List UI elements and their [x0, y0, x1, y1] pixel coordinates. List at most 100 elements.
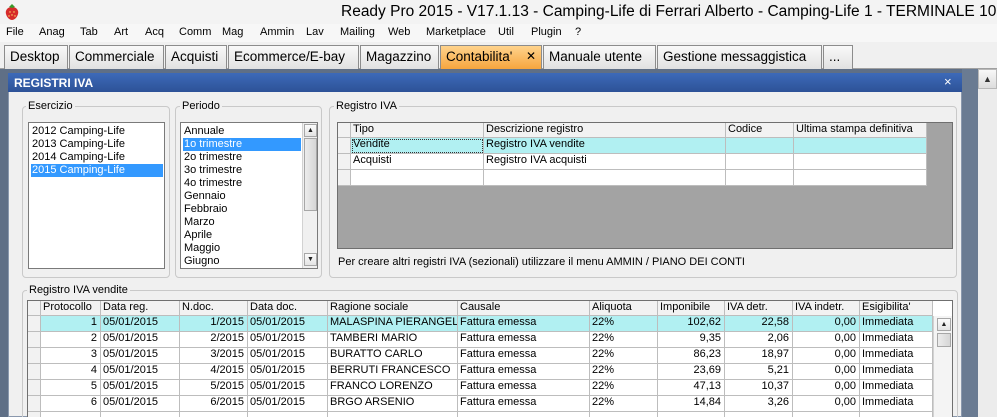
table-cell[interactable]: 0,00: [793, 316, 860, 332]
table-cell[interactable]: [101, 412, 180, 417]
table-cell[interactable]: [328, 412, 458, 417]
row-selector[interactable]: [28, 316, 41, 332]
column-header[interactable]: Codice: [726, 123, 794, 138]
column-header[interactable]: Data reg.: [101, 301, 180, 316]
table-cell[interactable]: 5: [41, 380, 101, 396]
table-cell[interactable]: 0,00: [793, 364, 860, 380]
table-cell[interactable]: Fattura emessa: [458, 316, 590, 332]
table-cell[interactable]: FRANCO LORENZO: [328, 380, 458, 396]
table-cell[interactable]: 10,37: [725, 380, 793, 396]
table-cell[interactable]: 22%: [590, 332, 658, 348]
table-cell[interactable]: Immediata: [860, 380, 933, 396]
menu-lav[interactable]: Lav: [306, 26, 324, 38]
tab-gestione-messaggistica[interactable]: Gestione messaggistica: [657, 45, 822, 69]
list-item[interactable]: 2o trimestre: [183, 151, 301, 164]
row-selector[interactable]: [28, 380, 41, 396]
table-cell[interactable]: 22%: [590, 316, 658, 332]
table-cell[interactable]: [458, 412, 590, 417]
table-cell[interactable]: 0,00: [793, 396, 860, 412]
table-cell[interactable]: 0,00: [793, 348, 860, 364]
table-cell[interactable]: 1: [41, 316, 101, 332]
empty-cell[interactable]: [351, 170, 484, 186]
table-cell[interactable]: [726, 154, 794, 170]
empty-cell[interactable]: [484, 170, 726, 186]
row-selector[interactable]: [28, 332, 41, 348]
table-cell[interactable]: [41, 412, 101, 417]
table-cell[interactable]: 6: [41, 396, 101, 412]
scroll-thumb[interactable]: [937, 333, 951, 347]
close-icon[interactable]: ✕: [526, 49, 536, 63]
menu-acq[interactable]: Acq: [145, 26, 164, 38]
column-header[interactable]: Aliquota: [590, 301, 658, 316]
table-cell[interactable]: 2: [41, 332, 101, 348]
list-item-selected[interactable]: 2015 Camping-Life: [31, 164, 163, 177]
table-cell[interactable]: Registro IVA vendite: [484, 138, 726, 154]
table-cell[interactable]: BERRUTI FRANCESCO: [328, 364, 458, 380]
column-header[interactable]: Causale: [458, 301, 590, 316]
table-cell[interactable]: 05/01/2015: [101, 364, 180, 380]
tab-ecommerce[interactable]: Ecommerce/E-bay: [228, 45, 359, 69]
table-cell[interactable]: BURATTO CARLO: [328, 348, 458, 364]
list-item[interactable]: 4o trimestre: [183, 177, 301, 190]
table-cell[interactable]: [590, 412, 658, 417]
column-header[interactable]: Esigibilita': [860, 301, 933, 316]
table-cell[interactable]: [794, 154, 927, 170]
panel-close-icon[interactable]: ×: [944, 74, 952, 89]
menu-marketplace[interactable]: Marketplace: [426, 26, 486, 38]
menu-mag[interactable]: Mag: [222, 26, 243, 38]
table-cell[interactable]: 05/01/2015: [101, 348, 180, 364]
menu-web[interactable]: Web: [388, 26, 410, 38]
table-cell[interactable]: 05/01/2015: [248, 332, 328, 348]
table-cell[interactable]: 22%: [590, 364, 658, 380]
table-cell[interactable]: 3,26: [725, 396, 793, 412]
table-cell[interactable]: Fattura emessa: [458, 380, 590, 396]
table-cell[interactable]: [726, 138, 794, 154]
table-cell[interactable]: 1/2015: [180, 316, 248, 332]
list-item[interactable]: Giugno: [183, 255, 301, 268]
tab-contabilita[interactable]: Contabilita' ✕: [440, 45, 542, 69]
tab-desktop[interactable]: Desktop: [4, 45, 68, 69]
table-cell[interactable]: TAMBERI MARIO: [328, 332, 458, 348]
table-cell[interactable]: 14,84: [658, 396, 725, 412]
menu-mailing[interactable]: Mailing: [340, 26, 375, 38]
table-cell[interactable]: 18,97: [725, 348, 793, 364]
column-header[interactable]: Protocollo: [41, 301, 101, 316]
table-cell[interactable]: 2,06: [725, 332, 793, 348]
table-cell[interactable]: 9,35: [658, 332, 725, 348]
table-cell[interactable]: [725, 412, 793, 417]
table-cell[interactable]: 3: [41, 348, 101, 364]
table-cell[interactable]: Fattura emessa: [458, 332, 590, 348]
table-cell[interactable]: 05/01/2015: [101, 316, 180, 332]
column-header[interactable]: Ultima stampa definitiva: [794, 123, 927, 138]
table-cell[interactable]: 5/2015: [180, 380, 248, 396]
scroll-up-icon[interactable]: ▲: [937, 318, 951, 331]
periodo-scrollbar[interactable]: ▲ ▼: [302, 123, 317, 268]
table-cell[interactable]: 05/01/2015: [248, 316, 328, 332]
table-cell[interactable]: [248, 412, 328, 417]
table-cell[interactable]: 05/01/2015: [101, 332, 180, 348]
table-cell[interactable]: Registro IVA acquisti: [484, 154, 726, 170]
table-cell[interactable]: MALASPINA PIERANGELO: [328, 316, 458, 332]
empty-cell[interactable]: [794, 170, 927, 186]
table-cell[interactable]: 05/01/2015: [248, 348, 328, 364]
row-selector[interactable]: [338, 170, 351, 186]
empty-cell[interactable]: [726, 170, 794, 186]
tab-commerciale[interactable]: Commerciale: [69, 45, 164, 69]
row-selector[interactable]: [28, 396, 41, 412]
table-cell[interactable]: 22%: [590, 348, 658, 364]
table-cell[interactable]: 2/2015: [180, 332, 248, 348]
table-cell[interactable]: [794, 138, 927, 154]
table-cell[interactable]: 05/01/2015: [101, 396, 180, 412]
table-cell[interactable]: 102,62: [658, 316, 725, 332]
table-cell[interactable]: 0,00: [793, 380, 860, 396]
column-header[interactable]: Ragione sociale: [328, 301, 458, 316]
table-cell[interactable]: 0,00: [793, 332, 860, 348]
table-cell[interactable]: [180, 412, 248, 417]
table-cell[interactable]: 05/01/2015: [248, 380, 328, 396]
tab-acquisti[interactable]: Acquisti: [165, 45, 227, 69]
vendite-scrollbar[interactable]: ▲: [933, 316, 952, 417]
table-cell[interactable]: Immediata: [860, 348, 933, 364]
table-cell[interactable]: 05/01/2015: [248, 396, 328, 412]
table-cell[interactable]: 22%: [590, 396, 658, 412]
table-cell[interactable]: 05/01/2015: [248, 364, 328, 380]
